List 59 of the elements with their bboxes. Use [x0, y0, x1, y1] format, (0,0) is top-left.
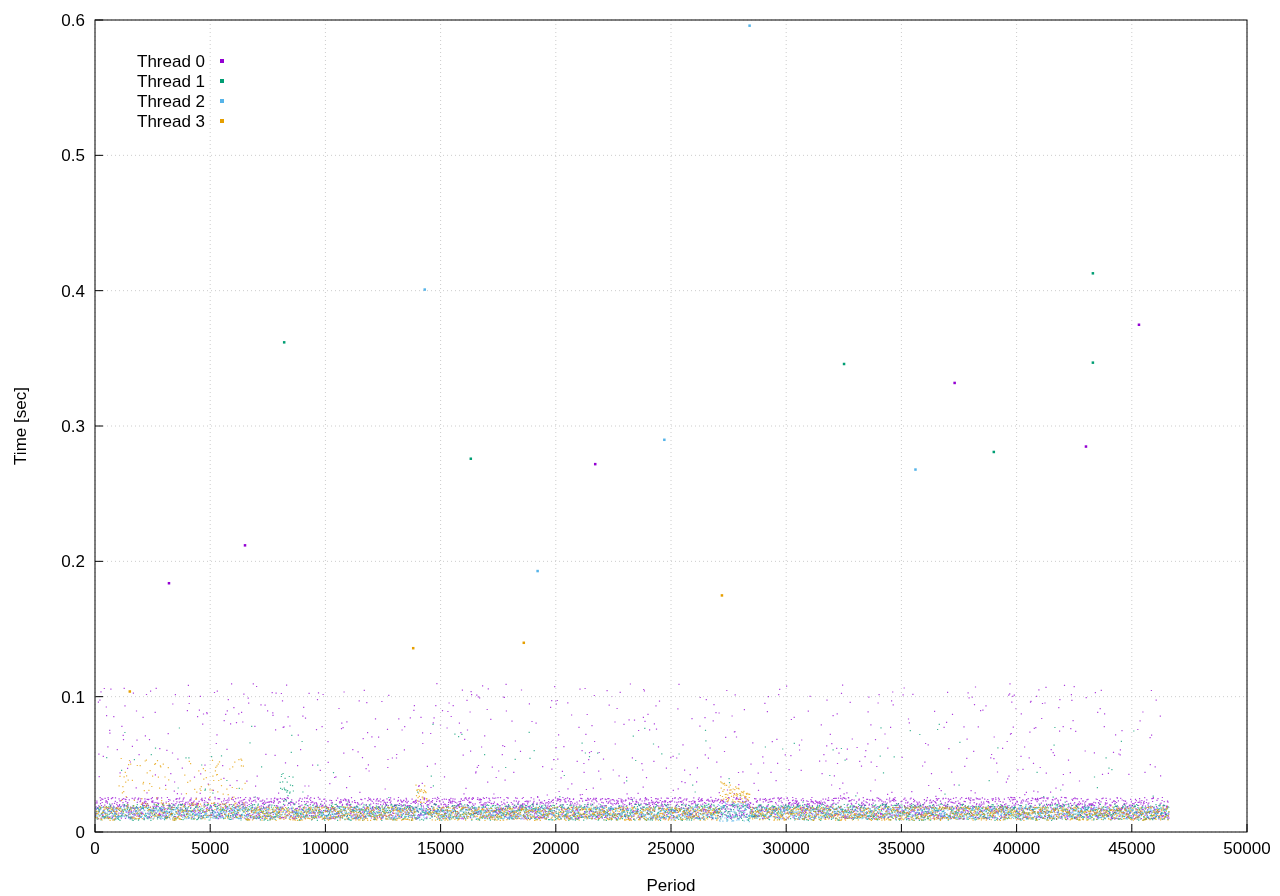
data-point: [1091, 272, 1095, 275]
data-point: [423, 288, 426, 291]
data-point: [536, 569, 539, 573]
tick-mark: [900, 823, 902, 833]
x-tick-label: 25000: [647, 839, 695, 858]
tick-mark: [670, 823, 672, 833]
data-point: [748, 24, 751, 27]
legend-label: Thread 2: [137, 92, 206, 111]
data-point: [1137, 323, 1141, 326]
tick-mark: [1016, 823, 1018, 833]
tick-mark: [94, 560, 104, 562]
y-tick-label: 0.6: [61, 11, 85, 30]
tick-mark: [555, 823, 557, 833]
x-axis-title: Period: [646, 876, 696, 895]
y-tick-label: 0.1: [61, 687, 85, 707]
tick-mark: [785, 823, 787, 833]
tick-mark: [440, 823, 442, 833]
x-tick-label: 30000: [762, 839, 810, 858]
y-tick-label: 0.5: [61, 146, 85, 166]
x-tick-label: 50000: [1223, 839, 1271, 858]
tick-mark: [94, 154, 104, 156]
data-point: [282, 341, 286, 344]
tick-mark: [94, 290, 104, 292]
tick-mark: [209, 823, 211, 833]
data-point: [663, 438, 666, 442]
data-point: [411, 646, 415, 650]
y-tick-label: 0.3: [61, 417, 85, 436]
x-tick-label: 0: [90, 839, 100, 858]
tick-mark: [324, 823, 326, 833]
data-point: [992, 450, 996, 454]
x-tick-label: 40000: [992, 839, 1041, 858]
x-tick-label: 10000: [301, 839, 350, 858]
data-point: [914, 468, 917, 471]
data-point: [243, 544, 247, 547]
legend-label: Thread 0: [137, 52, 206, 71]
x-tick-label: 20000: [532, 839, 580, 858]
data-point: [522, 641, 526, 645]
legend-label: Thread 1: [137, 72, 206, 91]
data-point: [1084, 445, 1088, 448]
data-point: [593, 462, 597, 466]
y-tick-label: 0.2: [61, 552, 85, 572]
x-tick-label: 45000: [1108, 839, 1156, 858]
data-point: [128, 690, 132, 693]
legend-label: Thread 3: [137, 112, 206, 131]
data-point: [953, 381, 956, 385]
data-point: [842, 362, 846, 366]
x-tick-label: 5000: [191, 839, 230, 858]
data-point: [469, 457, 473, 460]
x-tick-label: 35000: [877, 839, 926, 858]
x-tick-label: 15000: [416, 839, 465, 858]
tick-mark: [94, 696, 104, 698]
data-point: [1091, 361, 1095, 364]
y-axis-title: Time [sec]: [11, 387, 30, 465]
data-point: [720, 594, 724, 597]
tick-mark: [1131, 823, 1133, 833]
y-tick-label: 0.4: [61, 281, 85, 301]
data-point: [167, 582, 171, 585]
tick-mark: [94, 425, 104, 427]
y-tick-label: 0: [75, 823, 85, 842]
